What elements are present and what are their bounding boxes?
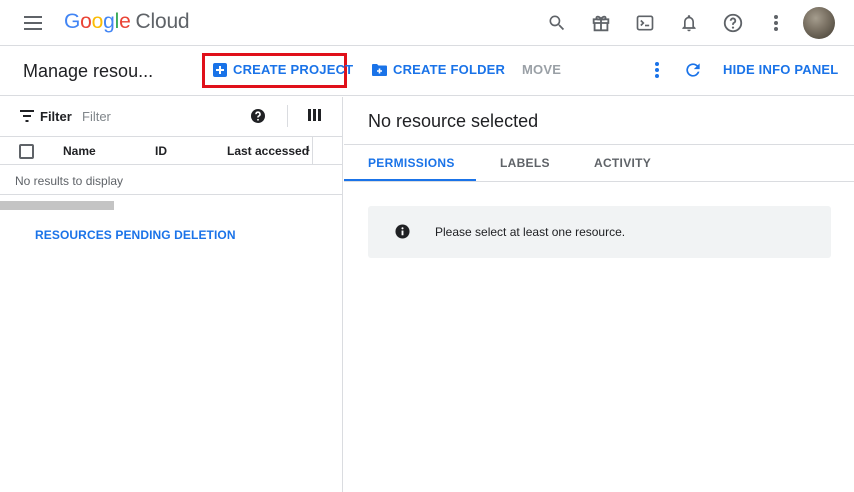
empty-state-text: No results to display <box>15 174 124 188</box>
help-icon[interactable] <box>719 9 747 37</box>
create-folder-icon <box>372 64 387 76</box>
sort-arrow-icon[interactable]: ↓ <box>306 143 311 154</box>
more-actions-icon[interactable] <box>643 56 671 84</box>
active-tab-indicator <box>344 179 476 181</box>
action-bar: Manage resou... CREATE PROJECT CREATE FO… <box>0 47 854 96</box>
menu-icon[interactable] <box>22 14 44 32</box>
move-button[interactable]: MOVE <box>522 62 561 77</box>
create-folder-label: CREATE FOLDER <box>393 62 506 77</box>
column-resize-handle[interactable] <box>312 137 313 164</box>
bell-icon[interactable] <box>675 9 703 37</box>
info-notice: Please select at least one resource. <box>368 206 831 258</box>
resources-pending-deletion-link[interactable]: RESOURCES PENDING DELETION <box>35 228 236 242</box>
search-icon[interactable] <box>543 9 571 37</box>
resource-list-panel: Filter Name ID Last accessed ↓ No result… <box>0 97 343 492</box>
column-header-name[interactable]: Name <box>63 144 96 158</box>
select-all-checkbox[interactable] <box>19 144 34 159</box>
info-panel-title: No resource selected <box>368 111 539 131</box>
add-box-icon <box>213 62 227 77</box>
move-label: MOVE <box>522 62 562 77</box>
horizontal-scrollbar[interactable] <box>0 201 114 210</box>
notice-text: Please select at least one resource. <box>435 225 626 239</box>
more-vert-icon[interactable] <box>762 9 790 37</box>
table-header: Name ID Last accessed ↓ <box>0 136 343 165</box>
terminal-icon[interactable] <box>631 9 659 37</box>
create-folder-button[interactable]: CREATE FOLDER <box>372 62 505 77</box>
top-app-bar: Google Cloud <box>0 0 854 46</box>
hide-info-panel-button[interactable]: HIDE INFO PANEL <box>723 62 838 77</box>
tab-permissions[interactable]: PERMISSIONS <box>368 156 455 170</box>
filter-bar: Filter <box>0 97 343 135</box>
info-panel: No resource selected PERMISSIONS LABELS … <box>344 97 854 492</box>
avatar[interactable] <box>803 7 835 39</box>
divider <box>0 194 343 195</box>
hide-info-panel-label: HIDE INFO PANEL <box>723 62 839 77</box>
filter-label: Filter <box>40 109 72 124</box>
create-project-label: CREATE PROJECT <box>233 62 354 77</box>
help-icon[interactable] <box>250 108 266 124</box>
refresh-icon[interactable] <box>679 56 707 84</box>
gift-icon[interactable] <box>587 9 615 37</box>
google-cloud-logo[interactable]: Google Cloud <box>64 10 190 34</box>
info-panel-tabs: PERMISSIONS LABELS ACTIVITY <box>344 144 854 182</box>
create-project-button[interactable]: CREATE PROJECT <box>213 62 353 77</box>
column-header-last-accessed[interactable]: Last accessed <box>227 144 309 158</box>
filter-input[interactable] <box>82 106 232 126</box>
divider <box>287 105 288 127</box>
column-header-id[interactable]: ID <box>155 144 167 158</box>
info-icon <box>395 224 410 239</box>
tab-labels[interactable]: LABELS <box>500 156 550 170</box>
logo-suffix: Cloud <box>135 10 190 33</box>
tab-activity[interactable]: ACTIVITY <box>594 156 651 170</box>
page-title: Manage resou... <box>23 61 154 81</box>
column-display-icon[interactable] <box>308 109 321 121</box>
filter-icon[interactable] <box>20 110 34 122</box>
